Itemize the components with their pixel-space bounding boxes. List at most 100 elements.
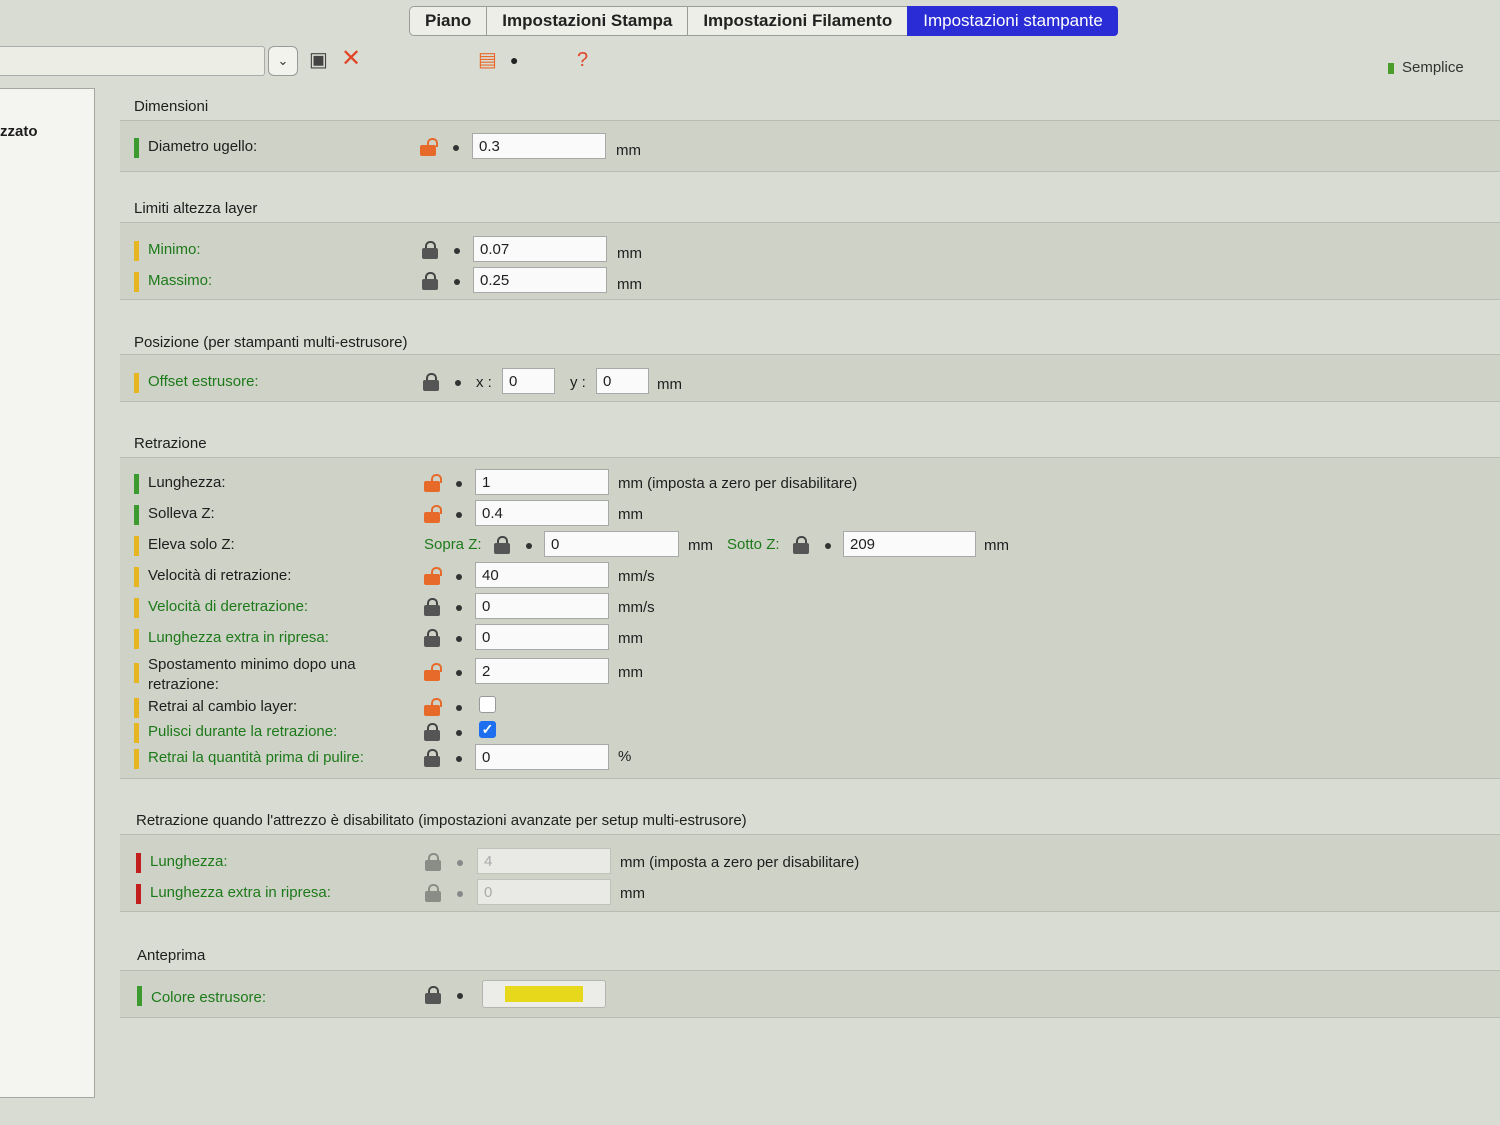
lock-icon[interactable] bbox=[425, 853, 441, 871]
unit-label: mm bbox=[616, 142, 641, 159]
row-solleva-z: Solleva Z: 0.4 mm bbox=[120, 499, 1500, 529]
label-sopra-z: Sopra Z: bbox=[424, 536, 482, 553]
dot-icon[interactable] bbox=[456, 481, 462, 487]
tab-impostazioni-stampante[interactable]: Impostazioni stampante bbox=[907, 6, 1118, 36]
unit-label: mm bbox=[984, 537, 1009, 554]
lock-icon[interactable] bbox=[424, 723, 440, 741]
lock-icon[interactable] bbox=[494, 536, 510, 554]
offset-y-input[interactable]: 0 bbox=[596, 368, 649, 394]
dot-icon[interactable] bbox=[526, 543, 532, 549]
colore-estrusore-picker[interactable] bbox=[482, 980, 606, 1008]
preset-combo[interactable] bbox=[0, 46, 265, 76]
save-icon[interactable]: ▣ bbox=[309, 48, 328, 72]
mode-indicator bbox=[134, 505, 139, 525]
disab-lunghezza-input[interactable]: 4 bbox=[477, 848, 611, 874]
dot-icon[interactable] bbox=[453, 145, 459, 151]
unlocked-lock-icon[interactable]: ▤ bbox=[478, 48, 497, 72]
unlocked-lock-icon[interactable] bbox=[424, 663, 442, 681]
velocita-deretrazione-input[interactable]: 0 bbox=[475, 593, 609, 619]
tab-impostazioni-filamento[interactable]: Impostazioni Filamento bbox=[687, 6, 908, 36]
unit-label: mm bbox=[657, 376, 682, 393]
mode-indicator bbox=[134, 723, 139, 743]
tab-impostazioni-stampa[interactable]: Impostazioni Stampa bbox=[486, 6, 688, 36]
tab-piano[interactable]: Piano bbox=[409, 6, 487, 36]
diametro-ugello-input[interactable]: 0.3 bbox=[472, 133, 606, 159]
solleva-z-input[interactable]: 0.4 bbox=[475, 500, 609, 526]
retrai-cambio-layer-checkbox[interactable] bbox=[479, 696, 496, 713]
velocita-retrazione-input[interactable]: 40 bbox=[475, 562, 609, 588]
dot-icon[interactable] bbox=[456, 730, 462, 736]
row-disab-lunghezza: Lunghezza: 4 mm (imposta a zero per disa… bbox=[120, 847, 1500, 877]
lock-icon[interactable] bbox=[424, 749, 440, 767]
lock-icon[interactable] bbox=[422, 241, 438, 259]
label-colore-estrusore: Colore estrusore: bbox=[151, 989, 267, 1006]
lock-icon[interactable] bbox=[425, 884, 441, 902]
dot-icon[interactable]: ● bbox=[510, 48, 518, 72]
label-lunghezza-extra: Lunghezza extra in ripresa: bbox=[148, 629, 329, 646]
row-offset-estrusore: Offset estrusore: x : 0 y : 0 mm bbox=[120, 367, 1500, 397]
lock-icon[interactable] bbox=[425, 986, 441, 1004]
row-eleva-solo-z: Eleva solo Z: Sopra Z: 0 mm Sotto Z: 209… bbox=[120, 530, 1500, 560]
dot-icon[interactable] bbox=[457, 993, 463, 999]
lock-icon[interactable] bbox=[423, 373, 439, 391]
unit-label: mm/s bbox=[618, 568, 655, 585]
retrai-quantita-input[interactable]: 0 bbox=[475, 744, 609, 770]
mode-indicator bbox=[134, 567, 139, 587]
question-icon[interactable]: ? bbox=[577, 48, 588, 72]
dot-icon[interactable] bbox=[456, 636, 462, 642]
unit-label: mm (imposta a zero per disabilitare) bbox=[618, 475, 858, 492]
dot-icon[interactable] bbox=[456, 756, 462, 762]
row-velocita-deretrazione: Velocità di deretrazione: 0 mm/s bbox=[120, 592, 1500, 622]
row-lunghezza: Lunghezza: 1 mm (imposta a zero per disa… bbox=[120, 468, 1500, 498]
dot-icon[interactable] bbox=[456, 512, 462, 518]
dot-icon[interactable] bbox=[456, 705, 462, 711]
sotto-z-input[interactable]: 209 bbox=[843, 531, 976, 557]
label-velocita-retrazione: Velocità di retrazione: bbox=[148, 567, 292, 584]
unlocked-lock-icon[interactable] bbox=[424, 567, 442, 585]
disab-extra-input[interactable]: 0 bbox=[477, 879, 611, 905]
label-retrai-quantita: Retrai la quantità prima di pulire: bbox=[148, 749, 364, 766]
dot-icon[interactable] bbox=[457, 891, 463, 897]
panel-retrazione-disabilitato: Lunghezza: 4 mm (imposta a zero per disa… bbox=[120, 834, 1500, 912]
offset-x-input[interactable]: 0 bbox=[502, 368, 555, 394]
minimo-input[interactable]: 0.07 bbox=[473, 236, 607, 262]
lock-icon[interactable] bbox=[793, 536, 809, 554]
pulisci-retrazione-checkbox[interactable]: ✓ bbox=[479, 721, 496, 738]
label-disab-lunghezza: Lunghezza: bbox=[150, 853, 228, 870]
dot-icon[interactable] bbox=[825, 543, 831, 549]
unit-label: mm bbox=[620, 885, 645, 902]
unlocked-lock-icon[interactable] bbox=[424, 505, 442, 523]
lock-icon[interactable] bbox=[422, 272, 438, 290]
unlocked-lock-icon[interactable] bbox=[424, 474, 442, 492]
unlocked-lock-icon[interactable] bbox=[424, 698, 442, 716]
page-list-item[interactable]: zzato bbox=[0, 123, 38, 140]
lock-icon[interactable] bbox=[424, 629, 440, 647]
y-label: y : bbox=[570, 374, 586, 391]
dot-icon[interactable] bbox=[455, 380, 461, 386]
dot-icon[interactable] bbox=[456, 574, 462, 580]
lock-icon[interactable] bbox=[424, 598, 440, 616]
preset-dropdown-button[interactable]: ⌄ bbox=[268, 46, 298, 76]
dot-icon[interactable] bbox=[456, 605, 462, 611]
dot-icon[interactable] bbox=[454, 279, 460, 285]
lunghezza-extra-input[interactable]: 0 bbox=[475, 624, 609, 650]
unit-label: mm/s bbox=[618, 599, 655, 616]
sopra-z-input[interactable]: 0 bbox=[544, 531, 679, 557]
row-disab-extra: Lunghezza extra in ripresa: 0 mm bbox=[120, 878, 1500, 908]
mode-indicator bbox=[134, 272, 139, 292]
mode-selector[interactable]: Semplice bbox=[1388, 59, 1464, 76]
panel-dimensioni: Diametro ugello: 0.3 mm bbox=[120, 120, 1500, 172]
mode-indicator bbox=[134, 373, 139, 393]
lunghezza-input[interactable]: 1 bbox=[475, 469, 609, 495]
massimo-input[interactable]: 0.25 bbox=[473, 267, 607, 293]
unlocked-lock-icon[interactable] bbox=[420, 138, 438, 156]
dot-icon[interactable] bbox=[456, 670, 462, 676]
spostamento-minimo-input[interactable]: 2 bbox=[475, 658, 609, 684]
delete-icon[interactable]: ✕ bbox=[341, 47, 361, 71]
dot-icon[interactable] bbox=[454, 248, 460, 254]
color-swatch bbox=[505, 986, 583, 1002]
dot-icon[interactable] bbox=[457, 860, 463, 866]
panel-limiti: Minimo: 0.07 mm Massimo: 0.25 mm bbox=[120, 222, 1500, 300]
section-title-anteprima: Anteprima bbox=[137, 947, 206, 964]
mode-indicator bbox=[134, 474, 139, 494]
